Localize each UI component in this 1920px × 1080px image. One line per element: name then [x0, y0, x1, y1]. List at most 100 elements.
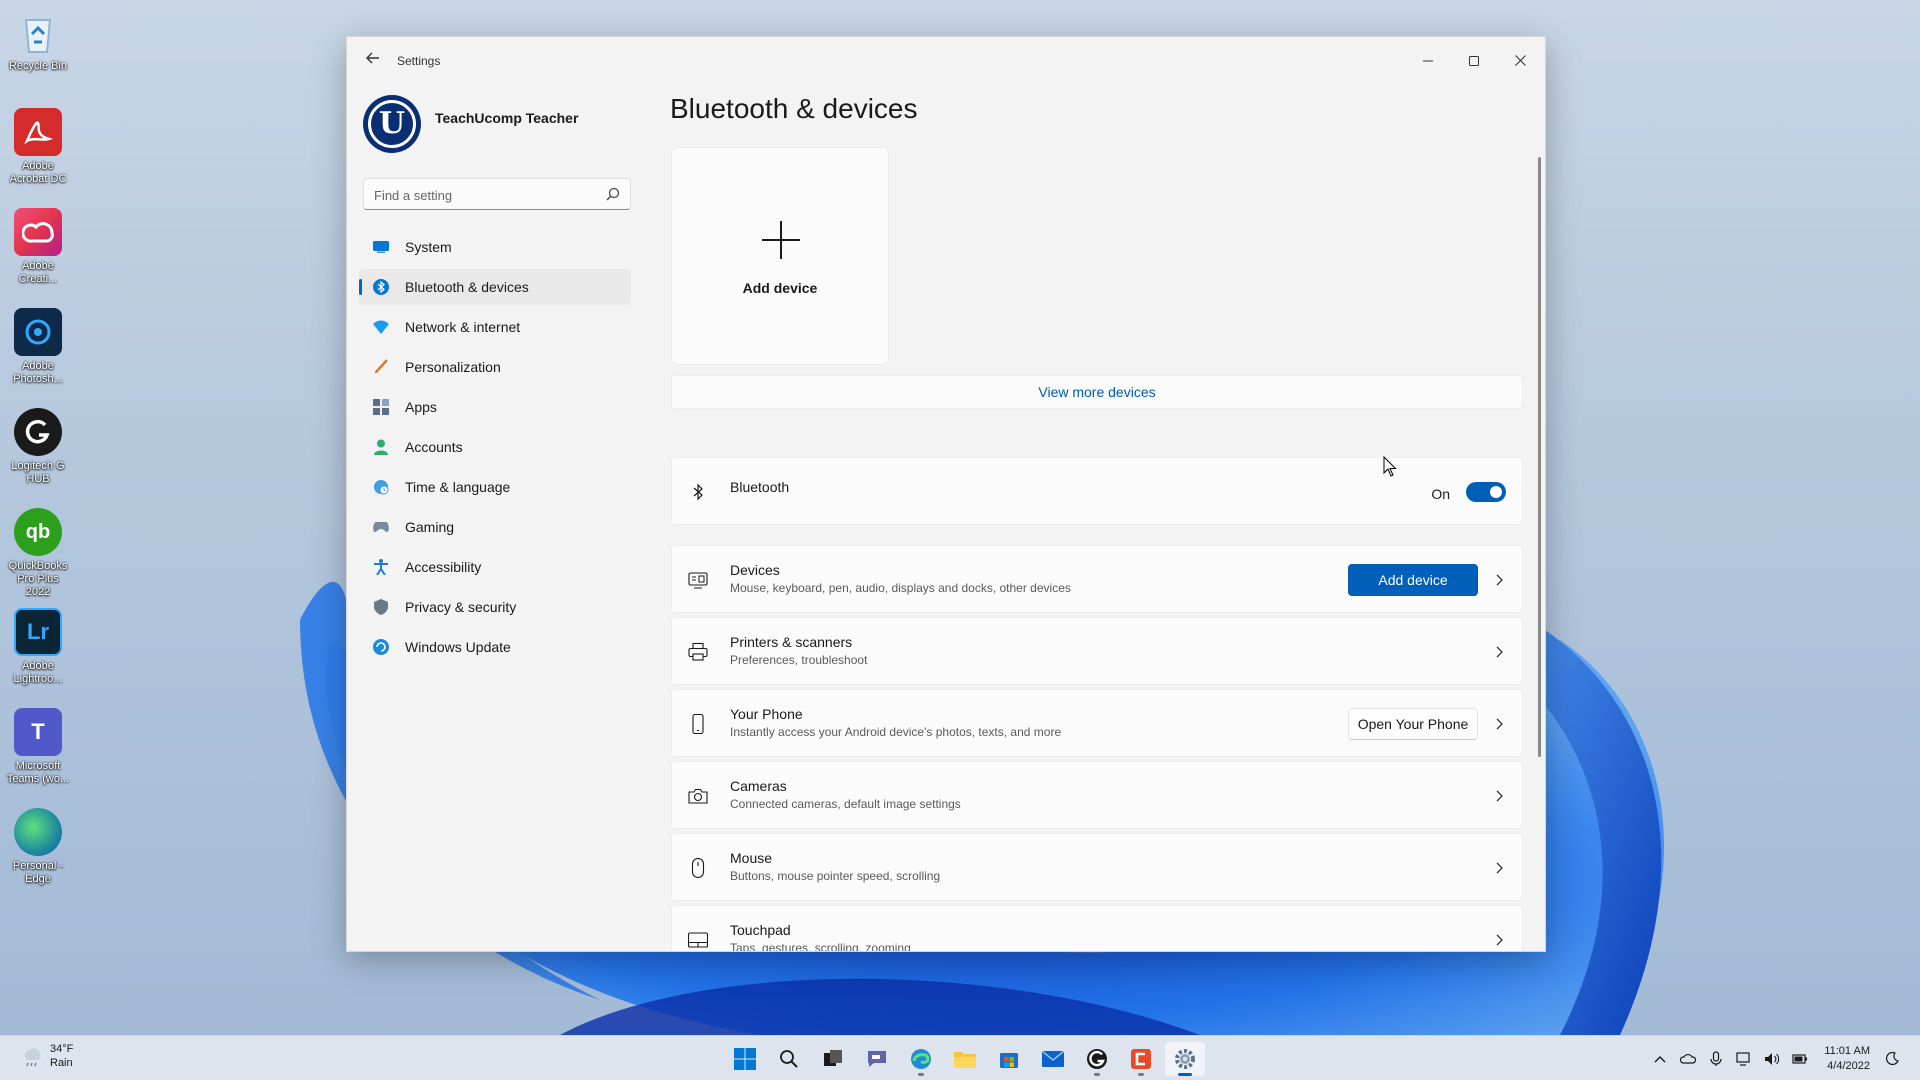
chevron-right-icon [1496, 934, 1503, 946]
battery-icon[interactable] [1792, 1051, 1808, 1067]
file-explorer-icon [954, 1052, 976, 1068]
open-your-phone-button[interactable]: Open Your Phone [1348, 708, 1478, 740]
back-button[interactable] [361, 49, 385, 73]
add-device-tile[interactable]: Add device [671, 147, 889, 365]
view-more-devices-link[interactable]: View more devices [671, 375, 1523, 409]
phone-icon [692, 714, 704, 734]
edge-icon [911, 1049, 931, 1069]
desktop-icon-edge[interactable]: Personal - Edge [4, 808, 72, 886]
desktop-icon-logitech-g-hub[interactable]: Logitech G HUB [4, 408, 72, 486]
desktop-icon-quickbooks[interactable]: qb QuickBooks Pro Plus 2022 [4, 508, 72, 599]
profile-name: TeachUcomp Teacher [435, 110, 579, 126]
sidebar-item-system[interactable]: System [359, 229, 631, 265]
notifications-moon-icon[interactable] [1884, 1051, 1900, 1067]
weather-widget[interactable]: 34°F Rain [20, 1042, 73, 1070]
network-display-icon[interactable] [1736, 1051, 1752, 1067]
taskbar-camtasia[interactable] [1121, 1042, 1161, 1076]
settings-gear-icon [1175, 1049, 1195, 1069]
sidebar-item-accounts[interactable]: Accounts [359, 429, 631, 465]
close-button[interactable] [1497, 45, 1543, 77]
desktop-icon-label: Recycle Bin [8, 60, 68, 72]
teams-chat-icon [868, 1051, 886, 1067]
printers-scanners-card[interactable]: Printers & scanners Preferences, trouble… [671, 617, 1523, 685]
globe-clock-icon [373, 479, 389, 495]
taskbar-search-button[interactable] [769, 1042, 809, 1076]
taskbar-logitech-g-hub[interactable] [1077, 1042, 1117, 1076]
chevron-right-icon [1496, 574, 1503, 586]
card-title: Mouse [730, 850, 773, 866]
desktop-icon-recycle-bin[interactable]: Recycle Bin [4, 8, 72, 73]
plus-icon [762, 221, 800, 259]
microsoft-store-icon [1000, 1053, 1018, 1068]
sidebar-item-label: Personalization [405, 359, 501, 375]
avatar[interactable]: U [363, 95, 421, 153]
mail-icon [1042, 1051, 1064, 1067]
volume-icon[interactable] [1764, 1051, 1780, 1067]
sidebar-item-personalization[interactable]: Personalization [359, 349, 631, 385]
devices-card[interactable]: Devices Mouse, keyboard, pen, audio, dis… [671, 545, 1523, 613]
cameras-card[interactable]: Cameras Connected cameras, default image… [671, 761, 1523, 829]
desktop-icon-microsoft-teams[interactable]: T Microsoft Teams (wo... [4, 708, 72, 786]
taskbar-file-explorer[interactable] [945, 1042, 985, 1076]
sidebar-item-label: Privacy & security [405, 599, 517, 615]
your-phone-card[interactable]: Your Phone Instantly access your Android… [671, 689, 1523, 757]
window-title: Settings [397, 54, 441, 68]
sidebar-item-time-language[interactable]: Time & language [359, 469, 631, 505]
weather-desc: Rain [50, 1057, 73, 1069]
sidebar-item-network-internet[interactable]: Network & internet [359, 309, 631, 345]
chevron-right-icon [1496, 718, 1503, 730]
taskbar-mail[interactable] [1033, 1042, 1073, 1076]
wifi-icon [373, 319, 389, 335]
clock[interactable]: 11:01 AM 4/4/2022 [1824, 1044, 1870, 1074]
teams-chat-button[interactable] [857, 1042, 897, 1076]
sidebar-item-accessibility[interactable]: Accessibility [359, 549, 631, 585]
search-icon [780, 1050, 798, 1068]
taskbar-microsoft-store[interactable] [989, 1042, 1029, 1076]
touchpad-card[interactable]: Touchpad Taps, gestures, scrolling, zoom… [671, 905, 1523, 952]
bluetooth-title: Bluetooth [730, 479, 790, 495]
maximize-button[interactable] [1451, 45, 1497, 77]
system-monitor-icon [373, 239, 389, 255]
sidebar-item-label: Windows Update [405, 639, 511, 655]
start-windows-icon [734, 1048, 756, 1070]
minimize-button[interactable] [1405, 45, 1451, 77]
chevron-up-icon[interactable] [1652, 1051, 1668, 1067]
sidebar-item-privacy-security[interactable]: Privacy & security [359, 589, 631, 625]
search-box[interactable] [363, 178, 631, 210]
desktop-icon-adobe-photoshop[interactable]: Adobe Photosh... [4, 308, 72, 386]
adobe-acrobat-icon [14, 108, 62, 156]
desktop-icon-adobe-creative-cloud[interactable]: Adobe Creati... [4, 208, 72, 286]
taskbar-settings[interactable] [1165, 1042, 1205, 1076]
sidebar-item-bluetooth-devices[interactable]: Bluetooth & devices [359, 269, 631, 305]
edge-icon [14, 808, 62, 856]
onedrive-cloud-icon[interactable] [1680, 1051, 1697, 1067]
bluetooth-icon [693, 483, 703, 501]
search-icon[interactable] [606, 187, 620, 201]
sidebar-item-apps[interactable]: Apps [359, 389, 631, 425]
taskbar-edge[interactable] [901, 1042, 941, 1076]
task-view-button[interactable] [813, 1042, 853, 1076]
card-subtitle: Taps, gestures, scrolling, zooming [730, 941, 911, 952]
microphone-icon[interactable] [1708, 1051, 1724, 1067]
sidebar-item-windows-update[interactable]: Windows Update [359, 629, 631, 665]
taskbar: 34°F Rain 11:01 AM 4/4/2022 [0, 1035, 1920, 1080]
chevron-right-icon [1496, 646, 1503, 658]
bluetooth-toggle[interactable] [1466, 482, 1506, 502]
bluetooth-state-label: On [1431, 486, 1450, 502]
title-bar[interactable]: Settings [347, 37, 1545, 85]
desktop-icon-adobe-lightroom[interactable]: Lr Adobe Lightroo... [4, 608, 72, 686]
add-device-button[interactable]: Add device [1348, 564, 1478, 596]
card-subtitle: Buttons, mouse pointer speed, scrolling [730, 869, 941, 883]
bluetooth-icon [373, 279, 389, 295]
adobe-photoshop-icon [14, 308, 62, 356]
toggle-knob [1490, 486, 1502, 498]
desktop-icon-adobe-acrobat[interactable]: Adobe Acrobat DC [4, 108, 72, 186]
search-input[interactable] [374, 185, 594, 205]
desktop-icon-label: Adobe Lightroo... [13, 660, 63, 685]
sidebar-item-gaming[interactable]: Gaming [359, 509, 631, 545]
mouse-card[interactable]: Mouse Buttons, mouse pointer speed, scro… [671, 833, 1523, 901]
start-button[interactable] [725, 1042, 765, 1076]
card-subtitle: Instantly access your Android device's p… [730, 725, 1062, 739]
sidebar-item-label: Accounts [405, 439, 463, 455]
scrollbar[interactable] [1538, 157, 1541, 757]
